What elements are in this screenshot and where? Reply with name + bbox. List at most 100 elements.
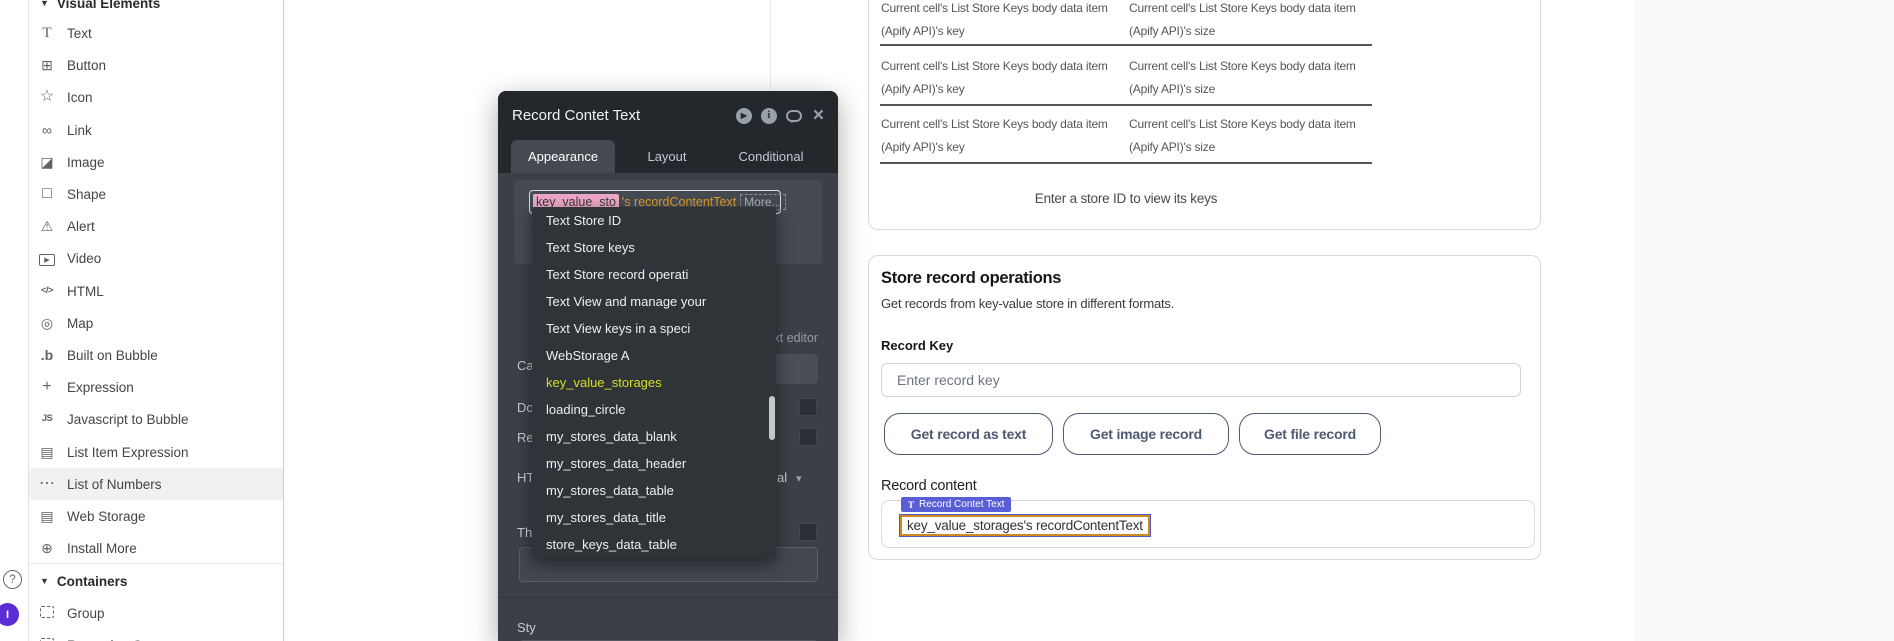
item-label: Video xyxy=(67,251,101,266)
dropdown-option[interactable]: Text Store record operati xyxy=(532,261,776,288)
table-cell-size[interactable]: Current cell's List Store Keys body data… xyxy=(1129,0,1381,43)
sidebar-item-shape[interactable]: □ Shape xyxy=(29,178,283,210)
text-icon: T xyxy=(38,26,56,41)
item-label: Javascript to Bubble xyxy=(67,412,189,427)
close-icon[interactable]: × xyxy=(813,106,824,125)
html-icon: </> xyxy=(38,286,56,296)
re-checkbox[interactable] xyxy=(799,428,817,446)
row-separator xyxy=(880,44,1372,46)
item-label: Button xyxy=(67,58,106,73)
dropdown-option[interactable]: my_stores_data_title xyxy=(532,504,776,531)
sidebar-item-install-more[interactable]: ⊕ Install More xyxy=(29,532,283,564)
record-key-input[interactable] xyxy=(881,363,1521,397)
get-image-record-button[interactable]: Get image record xyxy=(1063,413,1229,455)
sidebar-item-text[interactable]: T Text xyxy=(29,17,283,49)
rich-text-editor-link-partial[interactable]: xt editor xyxy=(774,331,818,345)
sidebar-item-list-item-expression[interactable]: ▤ List Item Expression xyxy=(29,436,283,468)
dropdown-option[interactable]: Text View keys in a speci xyxy=(532,315,776,342)
sidebar-item-alert[interactable]: ⚠ Alert xyxy=(29,210,283,242)
page-left-edge xyxy=(770,0,771,91)
sidebar-item-built-on-bubble[interactable]: .b Built on Bubble xyxy=(29,339,283,371)
sidebar-item-button[interactable]: ⊞ Button xyxy=(29,49,283,81)
sidebar-item-icon[interactable]: ☆ Icon xyxy=(29,81,283,113)
button-icon: ⊞ xyxy=(38,58,56,72)
item-label: Shape xyxy=(67,187,106,202)
bubble-editor: Current cell's List Store Keys body data… xyxy=(0,0,1894,641)
help-icon[interactable]: ? xyxy=(3,570,22,589)
preview-play-icon[interactable]: ▶ xyxy=(736,108,752,124)
tab-layout[interactable]: Layout xyxy=(615,140,719,173)
sidebar-item-expression[interactable]: + Expression xyxy=(29,371,283,403)
install-plus-icon: ⊕ xyxy=(38,541,56,555)
canvas-outside-page xyxy=(1635,0,1894,641)
item-label: Repeating Group xyxy=(67,638,170,641)
intercom-badge[interactable]: I xyxy=(0,603,19,626)
containers-header[interactable]: ▼ Containers xyxy=(29,565,283,597)
sidebar-item-list-of-numbers[interactable]: ⋯ List of Numbers xyxy=(29,468,283,500)
th-label-partial: Th xyxy=(517,525,532,540)
item-label: HTML xyxy=(67,284,104,299)
operations-button-row: Get record as text Get image record Get … xyxy=(884,413,1381,455)
video-icon: ▶ xyxy=(38,250,56,267)
info-icon[interactable]: i xyxy=(761,108,777,124)
row-separator xyxy=(880,162,1372,164)
style-label-partial: Sty xyxy=(517,620,536,635)
chevron-down-icon[interactable]: ▾ xyxy=(796,472,802,485)
scrollbar-thumb[interactable] xyxy=(769,396,775,440)
sidebar-item-image[interactable]: ◪ Image xyxy=(29,146,283,178)
table-cell-key[interactable]: Current cell's List Store Keys body data… xyxy=(881,0,1133,43)
table-cell-key[interactable]: Current cell's List Store Keys body data… xyxy=(881,55,1133,101)
item-label: Image xyxy=(67,155,105,170)
do-checkbox[interactable] xyxy=(799,398,817,416)
item-label: Link xyxy=(67,123,92,138)
storage-icon: ▤ xyxy=(38,509,56,523)
get-file-record-button[interactable]: Get file record xyxy=(1239,413,1381,455)
panel-title: Record Contet Text xyxy=(512,107,727,124)
get-record-as-text-button[interactable]: Get record as text xyxy=(884,413,1053,455)
elements-palette: ▼ Visual Elements T Text ⊞ Button ☆ Icon… xyxy=(0,0,284,641)
row-separator xyxy=(880,104,1372,106)
dropdown-option-highlighted[interactable]: key_value_storages xyxy=(532,369,776,396)
dropdown-option[interactable]: Text Store keys xyxy=(532,234,776,261)
table-cell-size[interactable]: Current cell's List Store Keys body data… xyxy=(1129,55,1381,101)
image-icon: ◪ xyxy=(38,155,56,169)
select-value-partial[interactable]: al xyxy=(777,470,787,485)
alert-icon: ⚠ xyxy=(38,219,56,233)
sidebar-item-group[interactable]: Group xyxy=(29,597,283,629)
selected-element-tag-label: Record Contet Text xyxy=(919,499,1004,510)
dropdown-option[interactable]: loading_circle xyxy=(532,396,776,423)
section-divider xyxy=(29,563,283,564)
table-cell-size[interactable]: Current cell's List Store Keys body data… xyxy=(1129,113,1381,159)
th-checkbox[interactable] xyxy=(799,523,817,541)
sidebar-item-map[interactable]: ◎ Map xyxy=(29,307,283,339)
dropdown-option[interactable]: Text View and manage your xyxy=(532,288,776,315)
comment-icon[interactable] xyxy=(786,110,802,122)
property-editor-header[interactable]: Record Contet Text ▶ i × xyxy=(498,91,838,140)
record-key-label: Record Key xyxy=(881,338,953,353)
dropdown-option[interactable]: my_stores_data_blank xyxy=(532,423,776,450)
sidebar-item-html[interactable]: </> HTML xyxy=(29,275,283,307)
group-icon xyxy=(38,606,56,620)
dropdown-option[interactable]: Text Store ID xyxy=(532,207,776,234)
table-cell-key[interactable]: Current cell's List Store Keys body data… xyxy=(881,113,1133,159)
tab-appearance[interactable]: Appearance xyxy=(511,140,615,173)
selected-element-tag: T Record Contet Text xyxy=(901,497,1011,512)
dropdown-option[interactable]: WebStorage A xyxy=(532,342,776,369)
sidebar-item-video[interactable]: ▶ Video xyxy=(29,242,283,274)
sidebar-item-link[interactable]: ∞ Link xyxy=(29,114,283,146)
record-content-label: Record content xyxy=(881,478,977,494)
item-label: Icon xyxy=(67,90,93,105)
item-label: Map xyxy=(67,316,93,331)
dropdown-option[interactable]: my_stores_data_header xyxy=(532,450,776,477)
sidebar-item-repeating-group[interactable]: Repeating Group xyxy=(29,629,283,641)
panel-divider xyxy=(498,597,838,598)
autocomplete-dropdown: Text Store ID Text Store keys Text Store… xyxy=(532,207,776,558)
tab-conditional[interactable]: Conditional xyxy=(719,140,823,173)
clipboard-icon: ▤ xyxy=(38,445,56,459)
sidebar-item-javascript-to-bubble[interactable]: JS Javascript to Bubble xyxy=(29,403,283,435)
selected-text-element[interactable]: key_value_storages's recordContentText xyxy=(899,514,1151,537)
dropdown-option[interactable]: store_keys_data_table xyxy=(532,531,776,558)
collapse-caret-icon: ▼ xyxy=(40,576,49,586)
dropdown-option[interactable]: my_stores_data_table xyxy=(532,477,776,504)
sidebar-item-web-storage[interactable]: ▤ Web Storage xyxy=(29,500,283,532)
